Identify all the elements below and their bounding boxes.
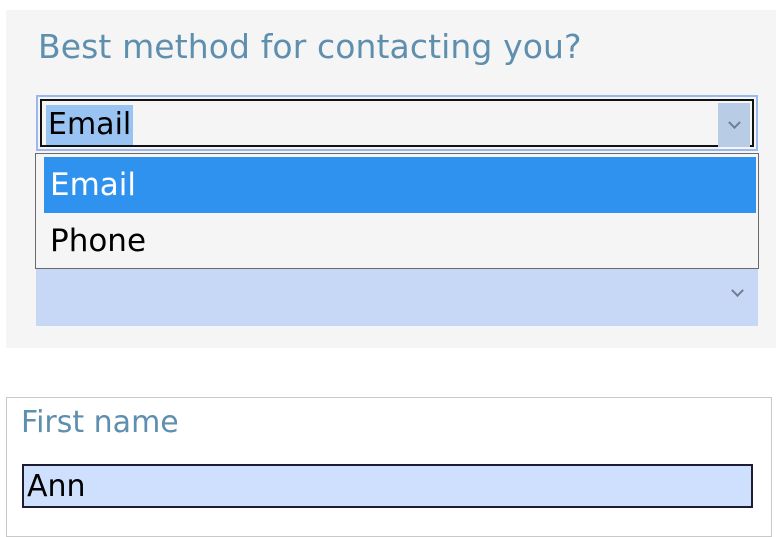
first-name-input[interactable]: [22, 464, 753, 508]
contact-method-select-box[interactable]: Email: [40, 99, 754, 147]
chevron-down-icon: [730, 283, 744, 297]
contact-method-question: Best method for contacting you?: [38, 27, 582, 66]
contact-method-select[interactable]: Email: [36, 95, 758, 151]
option-phone[interactable]: Phone: [44, 213, 756, 269]
secondary-select[interactable]: [36, 260, 758, 326]
contact-method-options-list: Email Phone: [35, 153, 759, 269]
contact-method-panel: Best method for contacting you? Email Em…: [6, 10, 776, 348]
option-email[interactable]: Email: [44, 157, 756, 213]
first-name-panel: First name: [6, 397, 772, 537]
first-name-label: First name: [21, 405, 179, 440]
contact-method-selected-value: Email: [46, 105, 134, 145]
chevron-down-icon: [727, 115, 741, 129]
secondary-select-arrow: [730, 283, 744, 300]
dropdown-arrow-button[interactable]: [718, 103, 750, 147]
